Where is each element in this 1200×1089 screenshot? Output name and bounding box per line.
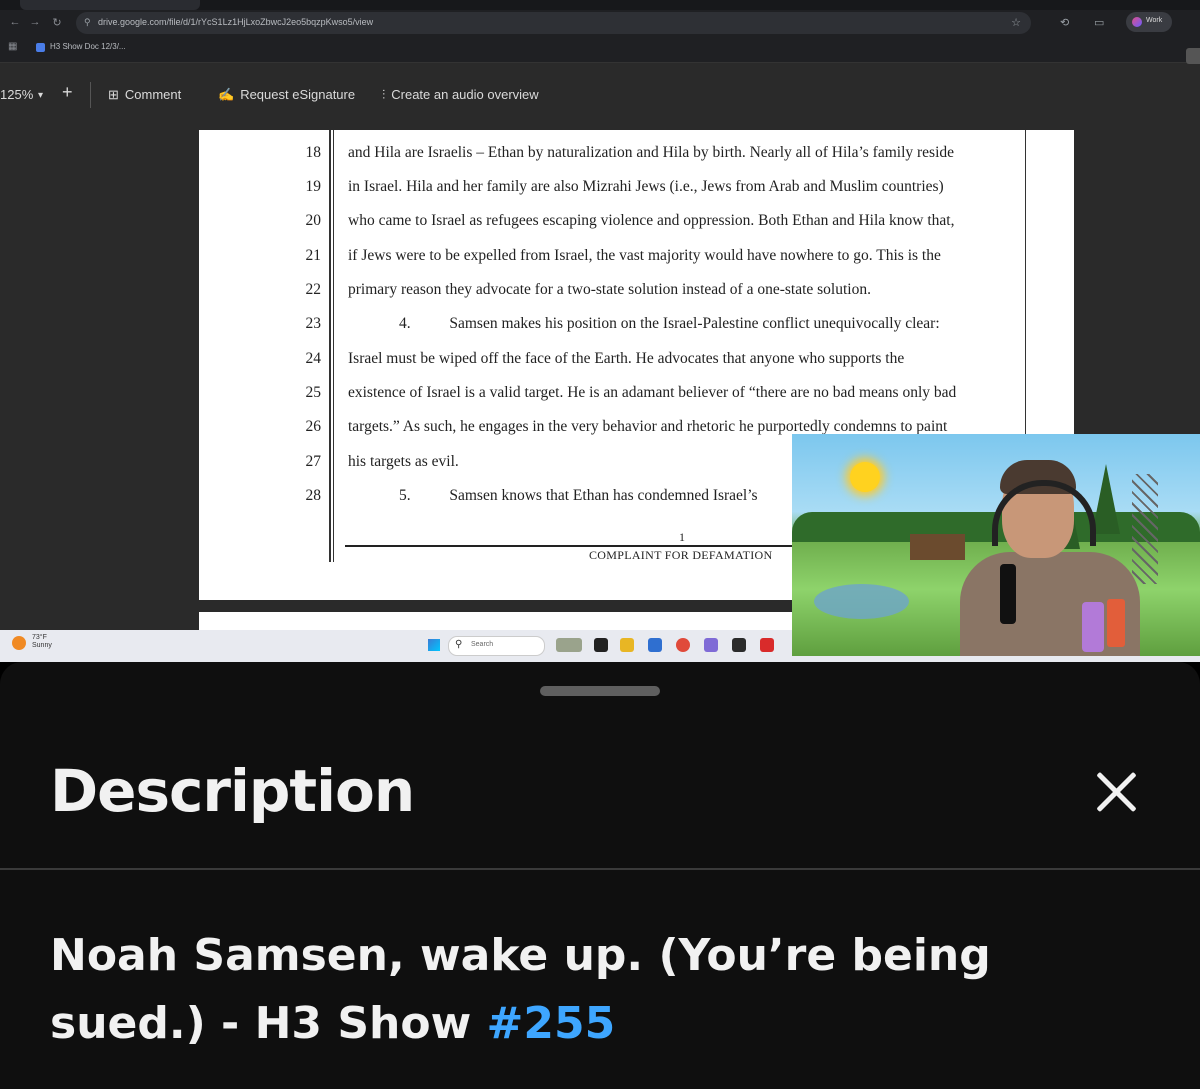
bookmark-doc-icon bbox=[36, 43, 45, 52]
taskbar-search[interactable]: ⚲ Search bbox=[448, 636, 545, 656]
cup-decoration bbox=[1082, 602, 1104, 652]
chrome-icon[interactable] bbox=[676, 638, 690, 652]
video-frame[interactable]: ← → ↻ ⚲ drive.google.com/file/d/1/rYcS1L… bbox=[0, 0, 1200, 662]
line-number: 25 bbox=[305, 384, 322, 401]
weather-widget[interactable]: 73°F Sunny bbox=[32, 634, 52, 650]
mcafee-icon[interactable] bbox=[760, 638, 774, 652]
sun-decoration bbox=[850, 462, 880, 492]
line-number: 28 bbox=[305, 487, 322, 504]
back-icon[interactable]: ← bbox=[8, 16, 22, 28]
document-line: in Israel. Hila and her family are also … bbox=[348, 178, 944, 195]
line-number: 18 bbox=[305, 144, 322, 161]
store-icon[interactable] bbox=[648, 638, 662, 652]
drag-handle[interactable] bbox=[540, 686, 660, 696]
pond-decoration bbox=[814, 584, 909, 619]
microphone-icon bbox=[1000, 564, 1016, 624]
left-margin-rule-inner bbox=[333, 130, 334, 562]
esignature-button[interactable]: ✍ Request eSignature bbox=[218, 87, 355, 103]
document-line: and Hila are Israelis – Ethan by natural… bbox=[348, 144, 955, 161]
audio-overview-label: Create an audio overview bbox=[391, 87, 539, 102]
document-toolbar: 125% ▾ + ⊞ Comment ✍ Request eSignature ⫶ C… bbox=[0, 78, 1200, 112]
extensions-icon[interactable]: ⟲ bbox=[1060, 16, 1069, 29]
windows-start-icon[interactable] bbox=[428, 639, 440, 651]
site-info-icon[interactable]: ⚲ bbox=[84, 17, 91, 28]
comment-icon: ⊞ bbox=[108, 87, 119, 102]
weather-label: Sunny bbox=[32, 642, 52, 649]
line-number: 23 bbox=[305, 315, 322, 332]
document-line: who came to Israel as refugees escaping … bbox=[348, 212, 955, 229]
comment-button[interactable]: ⊞ Comment bbox=[108, 87, 181, 103]
document-line: his targets as evil. bbox=[348, 453, 459, 470]
esignature-label: Request eSignature bbox=[240, 87, 356, 102]
apps-grid-icon[interactable]: ▦ bbox=[8, 41, 17, 52]
toolbar-divider bbox=[90, 82, 91, 108]
sheet-divider bbox=[0, 868, 1200, 870]
task-view-icon[interactable] bbox=[594, 638, 608, 652]
forward-icon[interactable]: → bbox=[28, 16, 42, 28]
profile-label: Work bbox=[1146, 17, 1163, 24]
widgets-icon[interactable] bbox=[556, 638, 582, 652]
sheet-title: Description bbox=[50, 757, 415, 825]
video-title: Noah Samsen, wake up. (You’re being sued… bbox=[50, 922, 1150, 1058]
audio-overview-button[interactable]: ⫶ Create an audio overview bbox=[382, 87, 539, 103]
document-line: 4. Samsen makes his position on the Isra… bbox=[399, 315, 940, 332]
line-number: 20 bbox=[305, 212, 322, 229]
bookmarks-bar: ▦ H3 Show Doc 12/3/... bbox=[0, 38, 1200, 58]
line-number: 21 bbox=[305, 247, 322, 264]
address-bar[interactable]: ⚲ drive.google.com/file/d/1/rYcS1Lz1HjLx… bbox=[76, 12, 1031, 34]
signature-icon: ✍ bbox=[218, 87, 235, 102]
search-icon: ⚲ bbox=[455, 639, 463, 650]
browser-chrome: ← → ↻ ⚲ drive.google.com/file/d/1/rYcS1L… bbox=[0, 0, 1200, 63]
tab-search-icon[interactable]: ▭ bbox=[1094, 16, 1104, 29]
webcam-overlay bbox=[792, 434, 1200, 656]
weather-temp: 73°F bbox=[32, 634, 47, 641]
file-explorer-icon[interactable] bbox=[620, 638, 634, 652]
line-number: 22 bbox=[305, 281, 322, 298]
zoom-dropdown-icon[interactable]: ▾ bbox=[38, 90, 43, 101]
hashtag-link[interactable]: #255 bbox=[487, 998, 616, 1049]
bookmark-item[interactable]: H3 Show Doc 12/3/... bbox=[50, 42, 126, 51]
discord-icon[interactable] bbox=[704, 638, 718, 652]
search-placeholder: Search bbox=[471, 641, 494, 648]
line-number: 27 bbox=[305, 453, 322, 470]
line-number: 24 bbox=[305, 350, 322, 367]
profile-avatar-icon bbox=[1132, 17, 1142, 27]
zoom-level[interactable]: 125% bbox=[0, 87, 33, 102]
profile-button[interactable]: Work bbox=[1126, 12, 1172, 32]
page-number: 1 bbox=[679, 530, 685, 544]
close-icon[interactable] bbox=[1086, 762, 1146, 822]
url-text: drive.google.com/file/d/1/rYcS1Lz1HjLxoZ… bbox=[98, 17, 374, 27]
side-panel-tab[interactable] bbox=[1186, 48, 1200, 64]
line-number: 19 bbox=[305, 178, 322, 195]
footer-title: COMPLAINT FOR DEFAMATION bbox=[589, 548, 773, 562]
line-number: 26 bbox=[305, 418, 322, 435]
left-margin-rule bbox=[329, 130, 331, 562]
document-line: 5. Samsen knows that Ethan has condemned… bbox=[399, 487, 758, 504]
document-line: existence of Israel is a valid target. H… bbox=[348, 384, 957, 401]
document-line: Israel must be wiped off the face of the… bbox=[348, 350, 905, 367]
comment-label: Comment bbox=[124, 87, 182, 102]
zoom-in-icon[interactable]: + bbox=[62, 82, 73, 103]
tab-strip bbox=[0, 0, 1200, 10]
weather-icon[interactable] bbox=[12, 636, 26, 650]
can-decoration bbox=[1107, 599, 1125, 647]
reload-icon[interactable]: ↻ bbox=[50, 16, 64, 29]
obs-icon[interactable] bbox=[732, 638, 746, 652]
audio-wave-icon: ⫶ bbox=[382, 87, 386, 102]
document-line: if Jews were to be expelled from Israel,… bbox=[348, 247, 941, 264]
active-tab[interactable] bbox=[20, 0, 200, 10]
document-line: primary reason they advocate for a two-s… bbox=[348, 281, 871, 298]
description-sheet: Description Noah Samsen, wake up. (You’r… bbox=[0, 662, 1200, 1089]
bookmark-star-icon[interactable]: ☆ bbox=[1011, 16, 1021, 29]
